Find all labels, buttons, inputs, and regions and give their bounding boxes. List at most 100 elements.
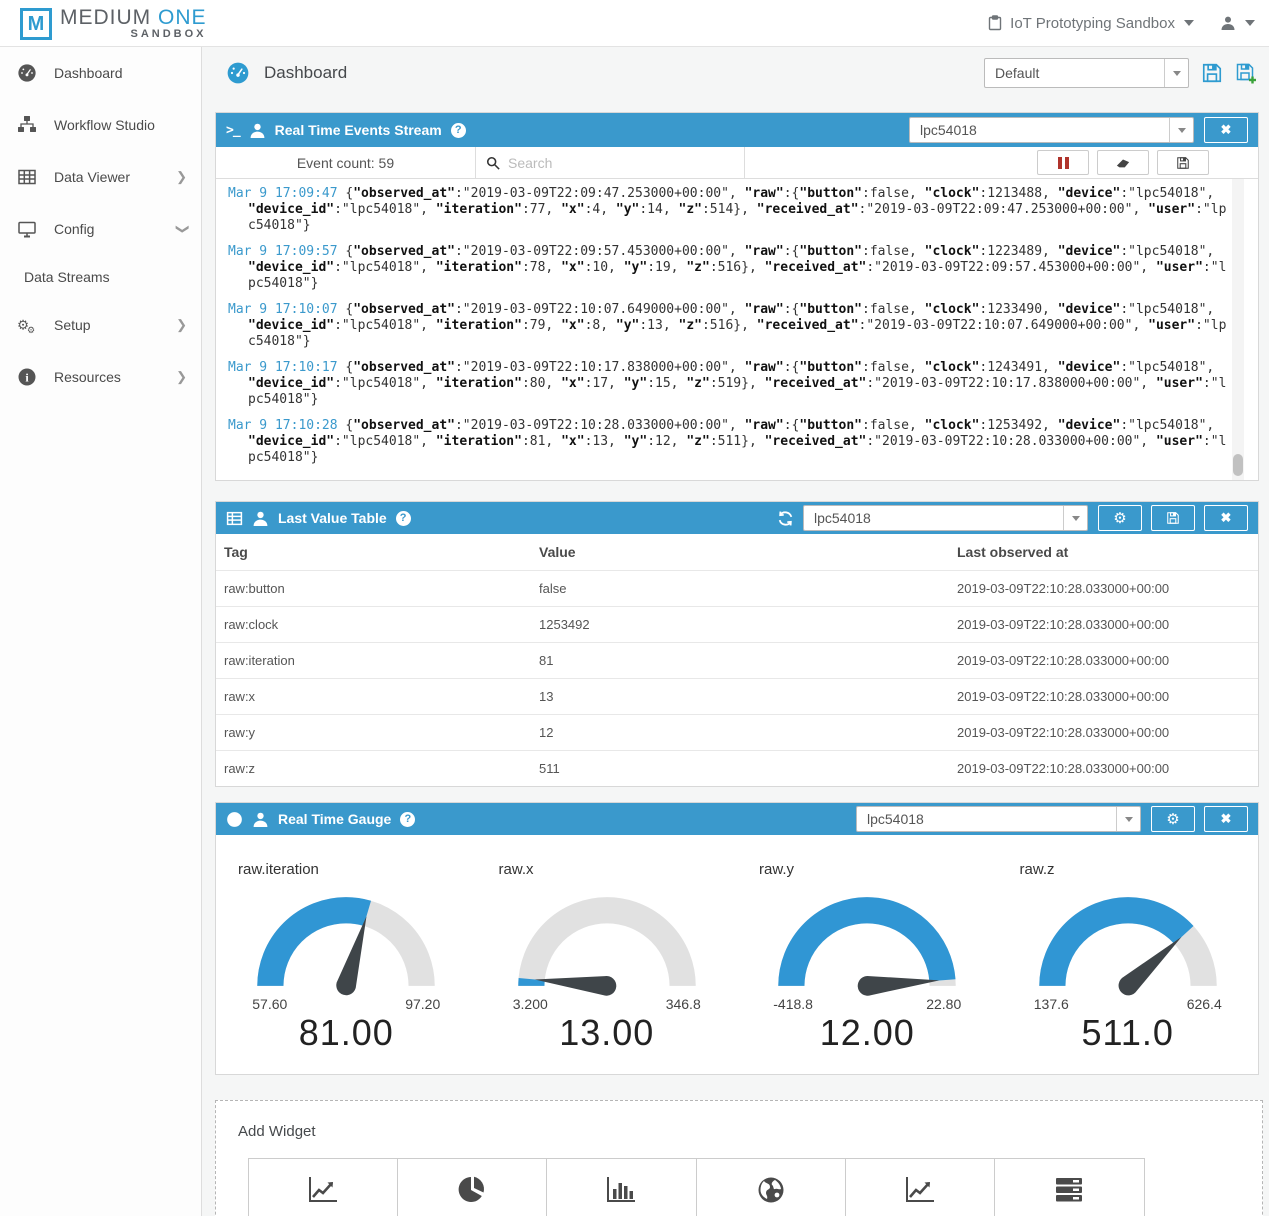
sidebar-item-config[interactable]: Config❮: [0, 203, 201, 255]
chevron-down-icon: ❮: [174, 224, 190, 235]
column-header: Value: [531, 534, 949, 571]
table-cell: 2019-03-09T22:10:28.033000+00:00: [949, 607, 1258, 643]
user-icon: [1220, 15, 1236, 31]
org-name: IoT Prototyping Sandbox: [1010, 15, 1175, 32]
device-select[interactable]: lpc54018: [856, 806, 1141, 832]
speedometer-icon: [226, 61, 250, 85]
close-icon: ✖: [1221, 510, 1232, 526]
gauge-label: raw.z: [998, 843, 1259, 880]
add-widget-title: Add Widget: [238, 1123, 1262, 1140]
gauge-label: raw.x: [477, 843, 738, 880]
dashboard-select[interactable]: Default: [984, 58, 1189, 88]
add-widget-tile-grouped-users[interactable]: Grouped Users: [398, 1159, 547, 1216]
log-timestamp: Mar 9 17:10:17: [228, 360, 338, 375]
sidebar-subitem-data-streams[interactable]: Data Streams: [0, 255, 201, 299]
org-selector[interactable]: IoT Prototyping Sandbox: [987, 15, 1194, 32]
table-cell: 511: [531, 751, 949, 787]
last-value-table-widget: Last Value Table ? lpc54018 ⚙: [215, 501, 1259, 787]
user-menu[interactable]: [1220, 15, 1255, 31]
gauge-max: 346.8: [666, 996, 701, 1012]
widget-title: Real Time Events Stream: [275, 122, 442, 138]
gauge-raw-iteration: raw.iteration 57.60 97.20 81.00: [216, 843, 477, 1054]
chevron-down-icon: [1116, 807, 1140, 831]
chevron-down-icon: [1063, 506, 1087, 530]
close-widget-button[interactable]: ✖: [1204, 117, 1248, 143]
table-row: raw:clock12534922019-03-09T22:10:28.0330…: [216, 607, 1258, 643]
widget-settings-button[interactable]: ⚙: [1098, 505, 1142, 531]
server-icon: [1052, 1175, 1086, 1210]
search-box: [476, 147, 745, 178]
export-stream-button[interactable]: [1157, 150, 1209, 175]
speedometer-icon: [226, 811, 243, 828]
sidebar-item-label: Resources: [54, 369, 176, 385]
table-row: raw:buttonfalse2019-03-09T22:10:28.03300…: [216, 571, 1258, 607]
table-row: raw:z5112019-03-09T22:10:28.033000+00:00: [216, 751, 1258, 787]
close-widget-button[interactable]: ✖: [1204, 806, 1248, 832]
help-icon[interactable]: ?: [400, 812, 415, 827]
sidebar-item-label: Setup: [54, 317, 176, 333]
table-cell: raw:clock: [216, 607, 531, 643]
close-widget-button[interactable]: ✖: [1204, 505, 1248, 531]
monitor-icon: [16, 219, 38, 239]
terminal-icon: >_: [226, 123, 240, 138]
sidebar-item-workflow-studio[interactable]: Workflow Studio: [0, 99, 201, 151]
scrollbar-track[interactable]: [1232, 179, 1244, 480]
refresh-icon[interactable]: [777, 510, 794, 527]
medium-one-logo: M MEDIUM ONE SANDBOX: [20, 6, 207, 40]
table-cell: 81: [531, 643, 949, 679]
last-value-table-header: Last Value Table ? lpc54018 ⚙: [216, 502, 1258, 534]
table-cell: raw:z: [216, 751, 531, 787]
search-input[interactable]: [508, 155, 734, 171]
sidebar-item-label: Dashboard: [54, 65, 187, 81]
column-header: Last observed at: [949, 534, 1258, 571]
user-icon: [249, 122, 266, 139]
sidebar-item-label: Workflow Studio: [54, 117, 187, 133]
help-icon[interactable]: ?: [396, 511, 411, 526]
event-count: Event count: 59: [216, 147, 476, 178]
last-value-table: TagValueLast observed at raw:buttonfalse…: [216, 534, 1258, 786]
pause-icon: [1058, 157, 1062, 169]
add-widget-tile-grouped-users[interactable]: Grouped Users: [697, 1159, 846, 1216]
sidebar-item-resources[interactable]: i Resources❯: [0, 351, 201, 403]
add-widget-tile-grouped-users[interactable]: Grouped Users: [249, 1159, 398, 1216]
sidebar-item-label: Config: [54, 221, 176, 237]
widget-settings-button[interactable]: ⚙: [1151, 806, 1195, 832]
gear-icon: ⚙: [1166, 812, 1179, 827]
clear-stream-button[interactable]: [1097, 150, 1149, 175]
scrollbar-thumb[interactable]: [1233, 454, 1243, 476]
gauge-needle: [857, 970, 940, 996]
gauge-needle: [534, 970, 617, 997]
sidebar-item-data-viewer[interactable]: Data Viewer❯: [0, 151, 201, 203]
pause-stream-button[interactable]: [1037, 150, 1089, 175]
save-as-new-dashboard-button[interactable]: [1235, 62, 1257, 84]
gauge-value: 511.0: [998, 1012, 1259, 1054]
clipboard-icon: [987, 15, 1003, 31]
table-icon: [226, 510, 243, 527]
logo-m-icon: M: [20, 8, 52, 40]
gauge-arc: [240, 880, 452, 998]
table-cell: 2019-03-09T22:10:28.033000+00:00: [949, 715, 1258, 751]
save-dashboard-button[interactable]: [1201, 62, 1223, 84]
gear-icon: ⚙: [1113, 511, 1126, 526]
table-cell: raw:button: [216, 571, 531, 607]
dashboard-select-value: Default: [985, 65, 1164, 81]
add-widget-tile-single-user[interactable]: Single User: [995, 1159, 1144, 1216]
search-icon: [486, 156, 500, 170]
table-cell: raw:y: [216, 715, 531, 751]
sidebar-item-setup[interactable]: ⚙⚙ Setup❯: [0, 299, 201, 351]
log-timestamp: Mar 9 17:10:07: [228, 302, 338, 317]
add-widget-tile-single-user[interactable]: Single User: [846, 1159, 995, 1216]
export-widget-button[interactable]: [1151, 505, 1195, 531]
device-select[interactable]: lpc54018: [803, 505, 1088, 531]
sidebar-item-dashboard[interactable]: Dashboard: [0, 47, 201, 99]
chevron-right-icon: ❯: [176, 169, 187, 185]
sidebar-item-label: Data Viewer: [54, 169, 176, 185]
add-widget-tile-grouped-users[interactable]: Grouped Users: [547, 1159, 696, 1216]
events-log: Mar 9 17:09:47 {"observed_at":"2019-03-0…: [216, 179, 1258, 480]
real-time-gauge-widget: Real Time Gauge ? lpc54018 ⚙ ✖ raw.itera…: [215, 802, 1259, 1075]
eraser-icon: [1116, 156, 1130, 170]
device-select[interactable]: lpc54018: [909, 117, 1194, 143]
chevron-down-icon: [1169, 118, 1193, 142]
help-icon[interactable]: ?: [451, 123, 466, 138]
gauge-max: 22.80: [926, 996, 961, 1012]
